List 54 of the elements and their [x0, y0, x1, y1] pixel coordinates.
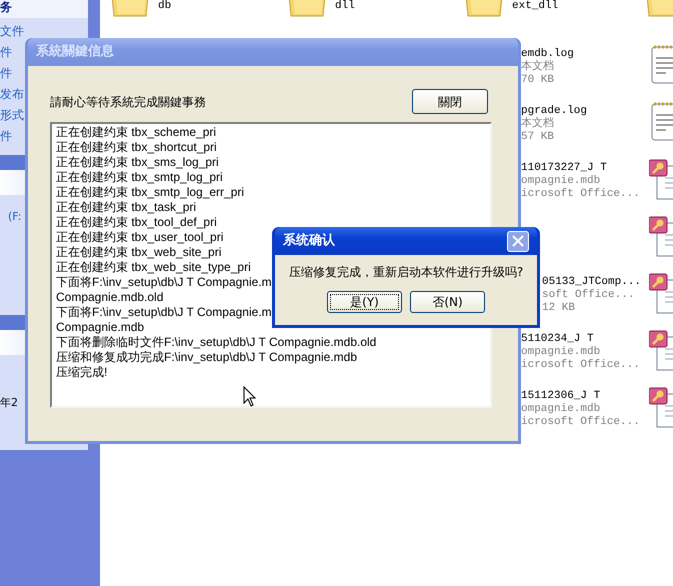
log-line: 正在创建约束 tbx_sms_log_pri [56, 155, 219, 170]
log-line: 正在创建约束 tbx_shortcut_pri [56, 140, 217, 155]
file-label: ompagnie.mdb [521, 346, 602, 359]
file-label: soft Office... [542, 289, 636, 302]
file-label: ompagnie.mdb [521, 175, 602, 188]
log-line: 下面将F:\inv_setup\db\J T Compagnie.m [56, 305, 272, 320]
file-label: 05133_JTComp... [542, 276, 642, 289]
folder-icon [287, 0, 327, 18]
log-line: Compagnie.mdb [56, 320, 144, 335]
details-text: (F: [8, 210, 22, 223]
file-label: pgrade.log [521, 105, 588, 117]
log-line: 正在创建约束 tbx_user_tool_pri [56, 230, 224, 245]
file-label: icrosoft Office... [521, 359, 640, 372]
confirm-message: 压缩修复完成，重新启动本软件进行升级吗? [288, 264, 524, 281]
close-button[interactable]: 關閉 [412, 89, 488, 114]
details-text: 年2 [0, 396, 18, 409]
window-title: 系统确认 [283, 232, 335, 250]
file-label: icrosoft Office... [521, 188, 640, 201]
folder-icon [464, 0, 504, 18]
close-button[interactable] [507, 230, 529, 252]
dialog-button[interactable]: 否(N) [410, 291, 485, 313]
log-line: 正在创建约束 tbx_task_pri [56, 200, 196, 215]
file-label: 110173227_J T [521, 162, 608, 175]
log-line: 正在创建约束 tbx_scheme_pri [56, 125, 216, 140]
log-line: 压缩完成! [56, 365, 108, 380]
close-icon [512, 235, 524, 247]
log-line: 正在创建约束 tbx_web_site_pri [56, 245, 222, 260]
log-line: 正在创建约束 tbx_smtp_log_err_pri [56, 185, 244, 200]
file-label: 本文档 [521, 61, 555, 74]
log-line: 压缩和修复成功完成F:\inv_setup\db\J T Compagnie.mdb [56, 350, 357, 365]
folder-name[interactable]: ext_dll [512, 0, 558, 13]
file-label: 15112306_J T [521, 390, 602, 403]
log-line: 下面将删除临时文件F:\inv_setup\db\J T Compagnie.mdb.old [56, 335, 376, 350]
log-line: Compagnie.mdb.old [56, 290, 164, 305]
dialog-button[interactable]: 是(Y) [327, 291, 402, 313]
panel-header: 务 [0, 0, 88, 18]
folder-name[interactable]: db [158, 0, 172, 13]
folder-icon [110, 0, 150, 18]
file-label: 5110234_J T [521, 333, 595, 346]
file-label: emdb.log [521, 48, 574, 60]
log-line: 正在创建约束 tbx_web_site_type_pri [56, 260, 251, 275]
log-line: 正在创建约束 tbx_smtp_log_pri [56, 170, 223, 185]
task-link[interactable]: 文件 [0, 24, 88, 39]
file-label: 12 KB [542, 302, 576, 315]
log-line: 正在创建约束 tbx_tool_def_pri [56, 215, 217, 230]
folder-name[interactable]: dll [335, 0, 355, 13]
file-label: 本文档 [521, 118, 555, 131]
log-line: 下面将F:\inv_setup\db\J T Compagnie.m [56, 275, 272, 290]
file-label: icrosoft Office... [521, 416, 640, 429]
file-label: 70 KB [521, 74, 556, 87]
file-label: 57 KB [521, 131, 556, 144]
dialog-message: 請耐心等待系統完成關鍵事務 [50, 94, 206, 110]
window-title: 系統關鍵信息 [36, 42, 114, 62]
file-label: ompagnie.mdb [521, 403, 602, 416]
